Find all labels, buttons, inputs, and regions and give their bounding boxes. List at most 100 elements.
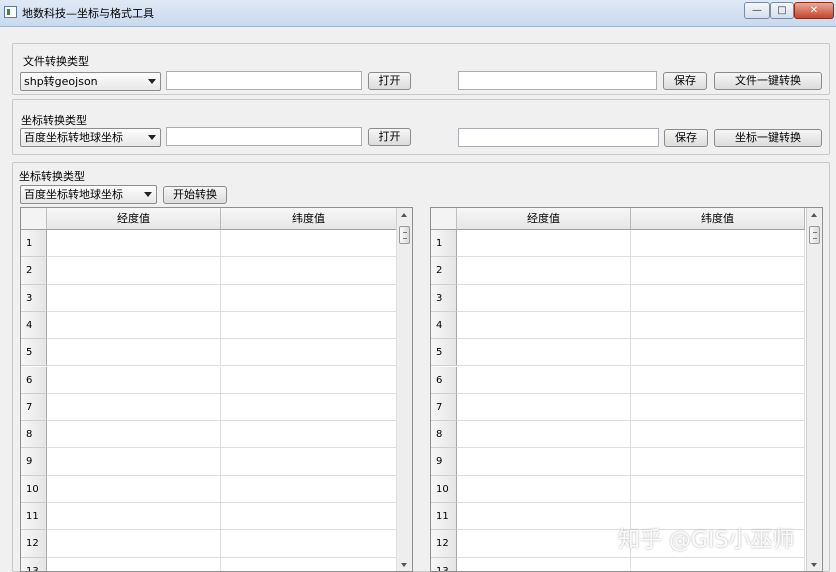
file-open-button[interactable]: 打开 <box>368 72 411 90</box>
scroll-thumb[interactable] <box>809 226 820 244</box>
longitude-cell[interactable] <box>457 557 631 571</box>
coord-save-button[interactable]: 保存 <box>664 129 708 147</box>
longitude-cell[interactable] <box>457 503 631 531</box>
row-header[interactable]: 10 <box>21 475 47 503</box>
latitude-cell[interactable] <box>631 311 805 340</box>
longitude-cell[interactable] <box>47 257 221 285</box>
row-header[interactable]: 5 <box>431 339 457 367</box>
result-coordinate-table[interactable]: 经度值 纬度值 1 2 3 4 5 6 7 8 9 10 11 12 13 <box>430 207 823 572</box>
close-button[interactable]: ✕ <box>794 2 834 19</box>
scroll-thumb[interactable] <box>399 226 410 244</box>
latitude-cell[interactable] <box>221 366 397 394</box>
file-save-button[interactable]: 保存 <box>663 72 707 90</box>
latitude-cell[interactable] <box>631 284 805 312</box>
longitude-cell[interactable] <box>47 230 221 258</box>
row-header[interactable]: 13 <box>431 557 457 571</box>
file-input-path[interactable] <box>166 71 362 90</box>
latitude-cell[interactable] <box>631 230 805 258</box>
title-bar[interactable]: 地数科技—坐标与格式工具 — □ ✕ <box>0 0 836 27</box>
latitude-cell[interactable] <box>221 339 397 367</box>
latitude-cell[interactable] <box>221 257 397 285</box>
row-header[interactable]: 2 <box>21 257 47 285</box>
latitude-cell[interactable] <box>221 284 397 312</box>
row-header[interactable]: 3 <box>21 284 47 312</box>
file-convert-button[interactable]: 文件一键转换 <box>714 72 822 90</box>
row-header[interactable]: 10 <box>431 475 457 503</box>
longitude-cell[interactable] <box>47 393 221 422</box>
longitude-cell[interactable] <box>47 557 221 571</box>
row-header[interactable]: 5 <box>21 339 47 367</box>
column-header-latitude[interactable]: 纬度值 <box>631 208 805 230</box>
scroll-up-icon[interactable] <box>807 208 822 224</box>
file-output-path[interactable] <box>458 71 657 90</box>
row-header[interactable]: 12 <box>21 530 47 558</box>
longitude-cell[interactable] <box>457 393 631 422</box>
longitude-cell[interactable] <box>47 530 221 558</box>
longitude-cell[interactable] <box>457 230 631 258</box>
row-header[interactable]: 9 <box>431 448 457 476</box>
longitude-cell[interactable] <box>47 311 221 340</box>
row-header[interactable]: 7 <box>431 393 457 422</box>
coord-table-type-select[interactable]: 百度坐标转地球坐标 <box>20 185 157 204</box>
longitude-cell[interactable] <box>47 366 221 394</box>
latitude-cell[interactable] <box>221 421 397 449</box>
longitude-cell[interactable] <box>457 311 631 340</box>
longitude-cell[interactable] <box>457 339 631 367</box>
latitude-cell[interactable] <box>221 230 397 258</box>
column-header-longitude[interactable]: 经度值 <box>457 208 631 230</box>
latitude-cell[interactable] <box>221 448 397 476</box>
latitude-cell[interactable] <box>221 393 397 422</box>
longitude-cell[interactable] <box>457 257 631 285</box>
row-header[interactable]: 8 <box>21 421 47 449</box>
row-header[interactable]: 3 <box>431 284 457 312</box>
maximize-button[interactable]: □ <box>770 2 794 19</box>
row-header[interactable]: 7 <box>21 393 47 422</box>
scroll-up-icon[interactable] <box>397 208 412 224</box>
column-header-longitude[interactable]: 经度值 <box>47 208 221 230</box>
row-header[interactable]: 6 <box>21 366 47 394</box>
longitude-cell[interactable] <box>47 421 221 449</box>
coord-convert-button[interactable]: 坐标一键转换 <box>714 129 822 147</box>
row-header[interactable]: 11 <box>21 503 47 531</box>
latitude-cell[interactable] <box>631 475 805 503</box>
row-header[interactable]: 1 <box>21 230 47 258</box>
longitude-cell[interactable] <box>47 339 221 367</box>
longitude-cell[interactable] <box>47 448 221 476</box>
row-header[interactable]: 2 <box>431 257 457 285</box>
vertical-scrollbar[interactable] <box>806 208 822 571</box>
latitude-cell[interactable] <box>221 311 397 340</box>
latitude-cell[interactable] <box>631 257 805 285</box>
longitude-cell[interactable] <box>457 530 631 558</box>
vertical-scrollbar[interactable] <box>396 208 412 571</box>
latitude-cell[interactable] <box>631 448 805 476</box>
row-header[interactable]: 11 <box>431 503 457 531</box>
coord-open-button[interactable]: 打开 <box>368 128 411 146</box>
coord-output-path[interactable] <box>458 128 659 147</box>
minimize-button[interactable]: — <box>744 2 770 19</box>
latitude-cell[interactable] <box>221 503 397 531</box>
longitude-cell[interactable] <box>457 284 631 312</box>
longitude-cell[interactable] <box>457 366 631 394</box>
row-header[interactable]: 9 <box>21 448 47 476</box>
latitude-cell[interactable] <box>221 557 397 571</box>
row-header[interactable]: 4 <box>21 311 47 340</box>
row-header[interactable]: 13 <box>21 557 47 571</box>
longitude-cell[interactable] <box>47 503 221 531</box>
row-header[interactable]: 1 <box>431 230 457 258</box>
latitude-cell[interactable] <box>221 475 397 503</box>
longitude-cell[interactable] <box>457 421 631 449</box>
latitude-cell[interactable] <box>631 557 805 571</box>
start-convert-button[interactable]: 开始转换 <box>163 186 227 204</box>
longitude-cell[interactable] <box>457 475 631 503</box>
scroll-down-icon[interactable] <box>807 561 822 571</box>
longitude-cell[interactable] <box>457 448 631 476</box>
file-type-select[interactable]: shp转geojson <box>20 72 161 91</box>
scroll-down-icon[interactable] <box>397 561 412 571</box>
row-header[interactable]: 6 <box>431 366 457 394</box>
latitude-cell[interactable] <box>631 339 805 367</box>
row-header[interactable]: 8 <box>431 421 457 449</box>
latitude-cell[interactable] <box>221 530 397 558</box>
column-header-latitude[interactable]: 纬度值 <box>221 208 397 230</box>
longitude-cell[interactable] <box>47 284 221 312</box>
row-header[interactable]: 4 <box>431 311 457 340</box>
